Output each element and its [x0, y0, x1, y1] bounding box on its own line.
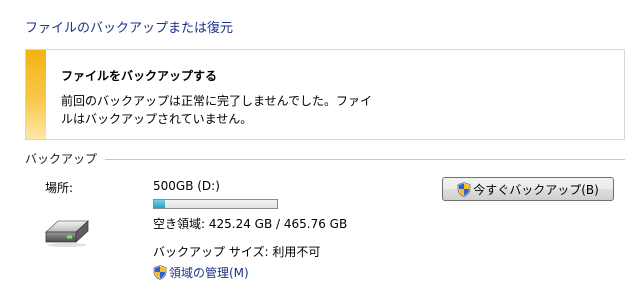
- backup-section-title: バックアップ: [25, 152, 98, 166]
- manage-space-link[interactable]: 領域の管理(M): [153, 264, 249, 281]
- manage-space-label: 領域の管理(M): [169, 266, 249, 280]
- backup-now-label: 今すぐバックアップ(B): [473, 182, 599, 197]
- section-divider: [105, 159, 625, 160]
- warning-message: 前回のバックアップは正常に完了しませんでした。ファイルはバックアップされていませ…: [61, 94, 373, 126]
- free-space-text: 空き領域: 425.24 GB / 465.76 GB: [153, 217, 348, 231]
- warning-stripe: [26, 50, 46, 139]
- uac-shield-icon: [457, 181, 471, 197]
- location-label: 場所:: [45, 181, 74, 195]
- backup-size-text: バックアップ サイズ: 利用不可: [153, 245, 321, 259]
- backup-now-button[interactable]: 今すぐバックアップ(B): [442, 177, 614, 201]
- uac-shield-icon: [153, 265, 167, 280]
- disk-usage-fill: [154, 200, 165, 208]
- backup-warning-panel: ファイルをバックアップする 前回のバックアップは正常に完了しませんでした。ファイ…: [25, 49, 625, 140]
- hard-drive-icon: [44, 220, 90, 247]
- page-title: ファイルのバックアップまたは復元: [25, 21, 234, 36]
- drive-name: 500GB (D:): [153, 179, 220, 193]
- disk-usage-bar: [153, 199, 278, 209]
- warning-heading: ファイルをバックアップする: [61, 69, 218, 83]
